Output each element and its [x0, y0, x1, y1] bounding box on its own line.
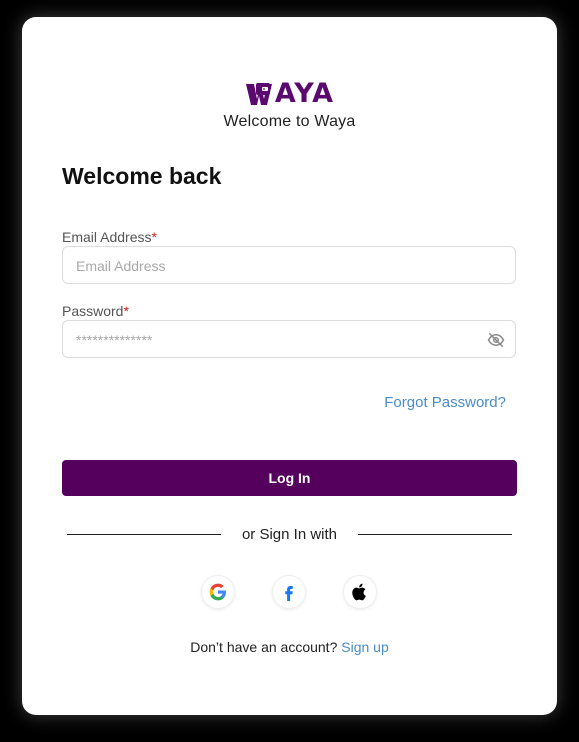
email-field[interactable]: [74, 247, 488, 285]
forgot-password-link[interactable]: Forgot Password?: [384, 394, 506, 411]
email-label-text: Email Address: [62, 229, 152, 245]
logo-text: AYA: [274, 78, 335, 109]
waya-logo: AYA: [245, 79, 334, 109]
password-field[interactable]: [74, 321, 488, 359]
google-signin-button[interactable]: [201, 575, 235, 609]
google-icon: [209, 583, 226, 601]
password-label-text: Password: [62, 303, 124, 319]
login-card: AYA Welcome to Waya Welcome back Email A…: [22, 17, 557, 715]
wallet-logo-icon: [245, 83, 272, 105]
password-field-box: [62, 320, 516, 359]
login-button[interactable]: Log In: [62, 460, 517, 496]
required-mark: *: [123, 303, 129, 319]
signup-prompt: Don’t have an account?: [190, 639, 338, 655]
facebook-icon: [285, 586, 293, 601]
divider-right: [358, 534, 512, 535]
apple-icon: [352, 583, 366, 601]
page-title: Welcome back: [62, 163, 222, 189]
password-label: Password*: [62, 303, 129, 319]
email-field-box: [62, 246, 516, 285]
facebook-signin-button[interactable]: [272, 575, 306, 609]
eye-slash-icon[interactable]: [487, 331, 505, 349]
signup-link[interactable]: Sign up: [341, 639, 388, 655]
signup-row: Don’t have an account? Sign up: [22, 639, 557, 655]
brand-header: AYA: [22, 79, 557, 109]
email-label: Email Address*: [62, 229, 157, 245]
required-mark: *: [151, 229, 157, 245]
welcome-subtitle: Welcome to Waya: [223, 113, 356, 130]
apple-signin-button[interactable]: [343, 575, 377, 609]
